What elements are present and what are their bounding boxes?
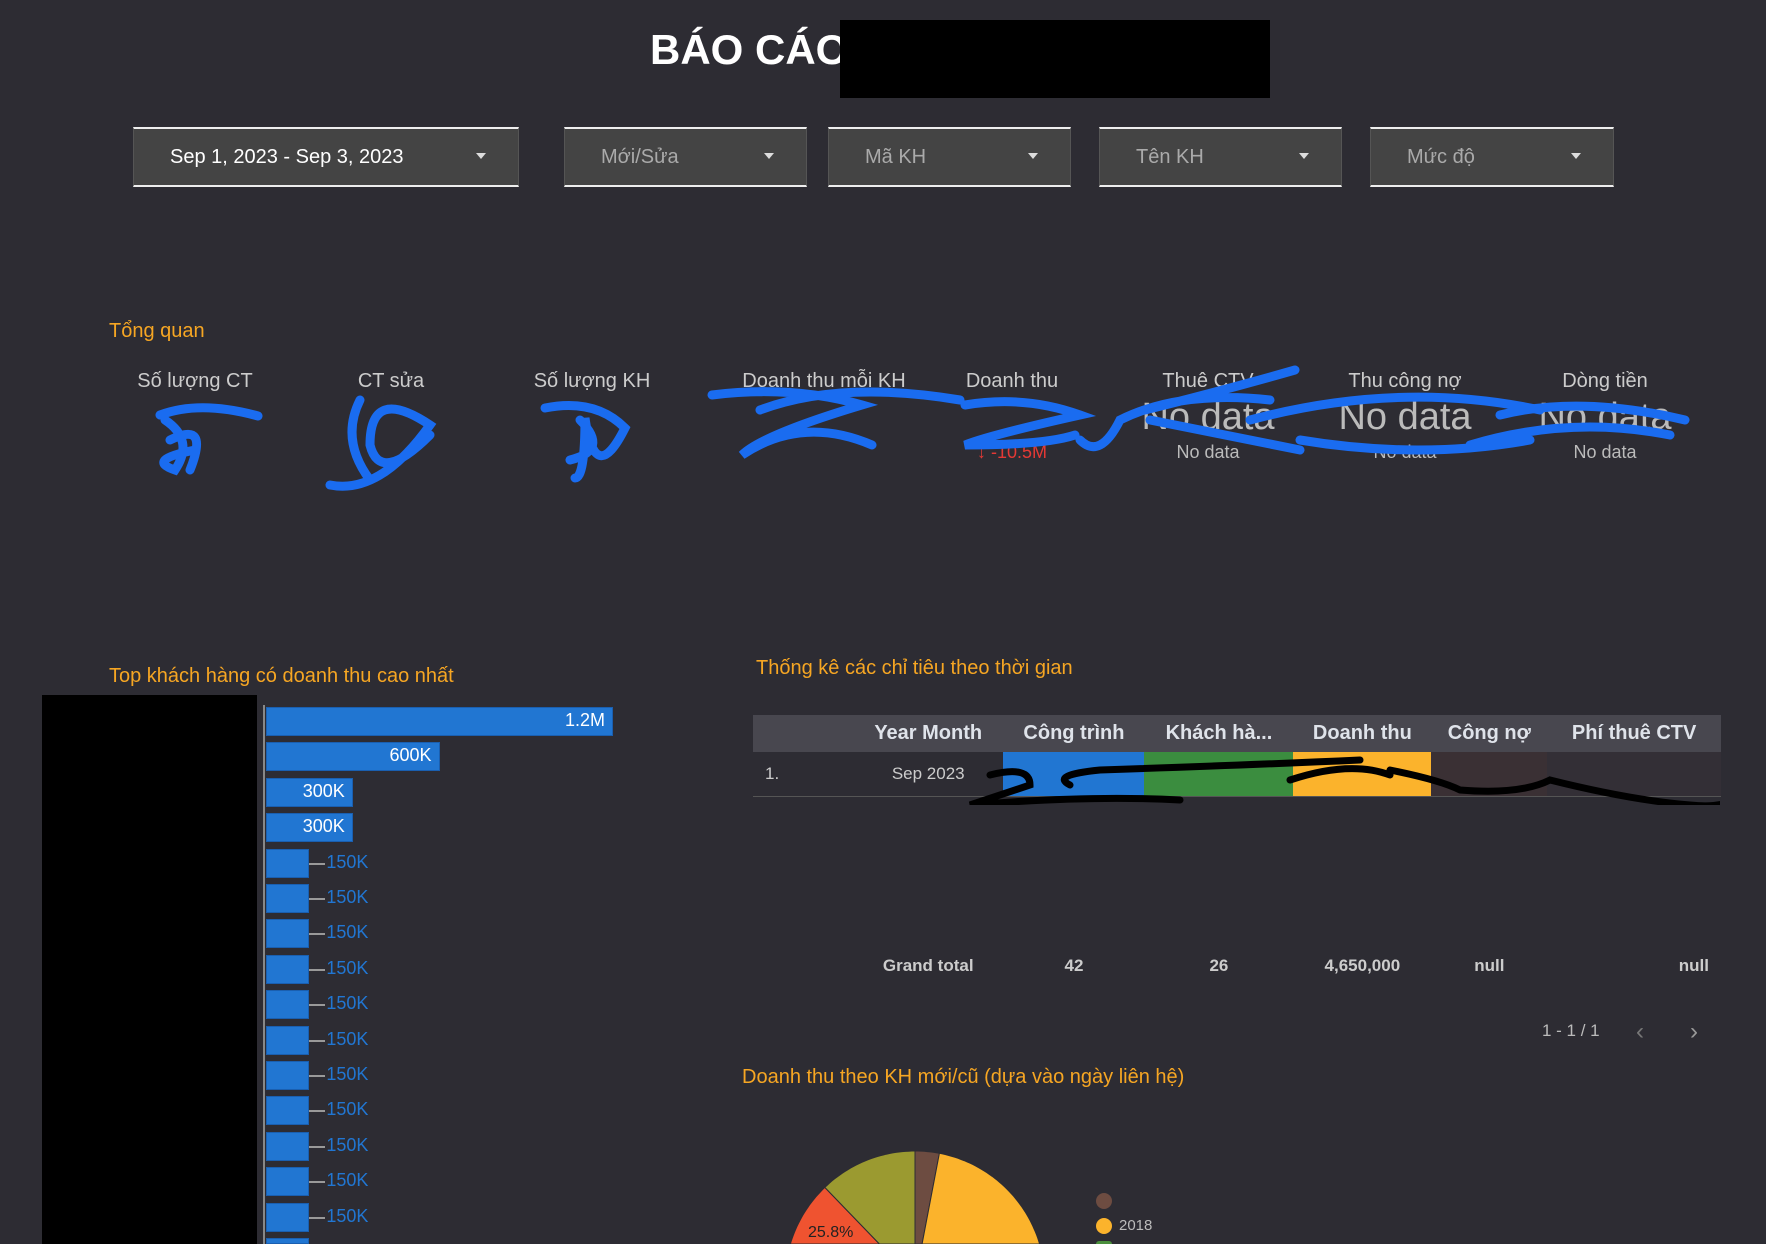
label-leader-line: [309, 1145, 326, 1148]
scribble-redaction: [968, 756, 1720, 805]
bar-value-label: 150K: [326, 1205, 369, 1226]
next-page-icon[interactable]: ›: [1690, 1018, 1698, 1046]
pie-slice-label: 25.8%: [808, 1224, 854, 1241]
time-table-title: Thống kê các chỉ tiêu theo thời gian: [756, 657, 1073, 679]
bar[interactable]: [266, 1096, 310, 1126]
col-index: [753, 715, 853, 752]
bar-value-label: 150K: [326, 1064, 369, 1084]
gt-khach-hang: 26: [1209, 956, 1229, 975]
redacted-customer-names: [42, 695, 257, 1244]
bar-value-label: 150K: [326, 887, 369, 907]
bar-row[interactable]: 150K: [266, 1061, 613, 1090]
bar-value-label: 1.2M: [564, 710, 605, 730]
label-leader-line: [309, 1216, 326, 1219]
bar[interactable]: [266, 848, 310, 878]
bar-value-label: 150K: [326, 1134, 369, 1155]
bar-row[interactable]: 150K: [266, 954, 613, 984]
pie-title: Doanh thu theo KH mới/cũ (dựa vào ngày l…: [742, 1066, 1185, 1088]
bar-axis: [263, 705, 265, 1244]
col-doanh-thu[interactable]: Doanh thu: [1293, 715, 1432, 752]
bar[interactable]: [266, 1131, 310, 1161]
bar-row[interactable]: [266, 1238, 613, 1244]
bar[interactable]: [266, 1167, 310, 1197]
gt-doanh-thu: 4,650,000: [1324, 956, 1401, 975]
legend-dot: [1096, 1218, 1112, 1234]
pagination-label: 1 - 1 / 1: [1542, 1021, 1600, 1040]
col-phi-thue-ctv[interactable]: Phí thuê CTV: [1547, 715, 1721, 752]
top-customers-title: Top khách hàng có doanh thu cao nhất: [109, 665, 454, 687]
label-leader-line: [309, 1039, 326, 1042]
pie-slice[interactable]: [921, 1152, 1041, 1244]
label-leader-line: [309, 933, 326, 936]
label-leader-line: [309, 1075, 326, 1077]
bar-row[interactable]: 300K: [266, 813, 613, 843]
bar-value-label: 150K: [326, 922, 369, 943]
bar-row[interactable]: 150K: [266, 919, 613, 949]
bar[interactable]: [266, 884, 310, 913]
bar-row[interactable]: 150K: [266, 884, 613, 913]
table-spacer: [753, 796, 1721, 946]
col-cong-trinh[interactable]: Công trình: [1003, 715, 1145, 752]
bar-row[interactable]: 150K: [266, 848, 613, 878]
bar[interactable]: [266, 1061, 310, 1090]
bar-value-label: 300K: [302, 780, 345, 801]
legend-dot: [1096, 1193, 1112, 1209]
bar-value-label: 150K: [326, 1028, 369, 1049]
grand-total-row: Grand total 42 26 4,650,000 null null: [753, 946, 1721, 986]
gt-phi-thue: null: [1678, 956, 1709, 975]
bar-value-label: 150K: [326, 851, 369, 872]
bar-row[interactable]: 150K: [266, 1096, 613, 1126]
bar-value-label: 150K: [326, 1170, 369, 1191]
bar-row[interactable]: 1.2M: [266, 707, 613, 736]
bar-row[interactable]: 150K: [266, 1202, 613, 1232]
col-cong-no[interactable]: Công nợ: [1431, 715, 1548, 752]
bar-value-label: 300K: [302, 816, 345, 837]
bar-row[interactable]: 300K: [266, 777, 613, 807]
gt-cong-trinh: 42: [1064, 956, 1084, 975]
label-leader-line: [309, 898, 326, 900]
bar-row[interactable]: 150K: [266, 990, 613, 1020]
bar[interactable]: [266, 1202, 310, 1232]
scribble-redaction: [155, 365, 1690, 491]
col-khach-hang[interactable]: Khách hà...: [1144, 715, 1294, 752]
label-leader-line: [309, 862, 326, 865]
bar[interactable]: [266, 954, 310, 984]
bar-row[interactable]: 150K: [266, 1025, 613, 1055]
bar-value-label: 150K: [326, 993, 369, 1014]
bar[interactable]: [266, 1238, 310, 1244]
gt-cong-no: null: [1474, 956, 1505, 975]
bar-value-label: 150K: [326, 1099, 369, 1120]
bar-row[interactable]: 600K: [266, 742, 613, 772]
bar[interactable]: [266, 990, 310, 1020]
grand-total-label: Grand total: [882, 956, 974, 975]
row-index: 1.: [753, 752, 853, 797]
bar[interactable]: [266, 707, 613, 736]
label-leader-line: [309, 968, 326, 971]
label-leader-line: [309, 1110, 326, 1113]
label-leader-line: [309, 1004, 326, 1007]
col-year-month[interactable]: Year Month: [853, 715, 1004, 752]
label-leader-line: [309, 1181, 326, 1184]
legend-label-2018: 2018: [1119, 1217, 1153, 1234]
prev-page-icon[interactable]: ‹: [1636, 1018, 1644, 1046]
bar-value-label: 600K: [389, 745, 432, 766]
bar[interactable]: [266, 1025, 310, 1055]
bar-row[interactable]: 150K: [266, 1167, 613, 1197]
bar[interactable]: [266, 919, 310, 949]
bar-value-label: 150K: [326, 957, 369, 978]
bar-row[interactable]: 150K: [266, 1131, 613, 1161]
